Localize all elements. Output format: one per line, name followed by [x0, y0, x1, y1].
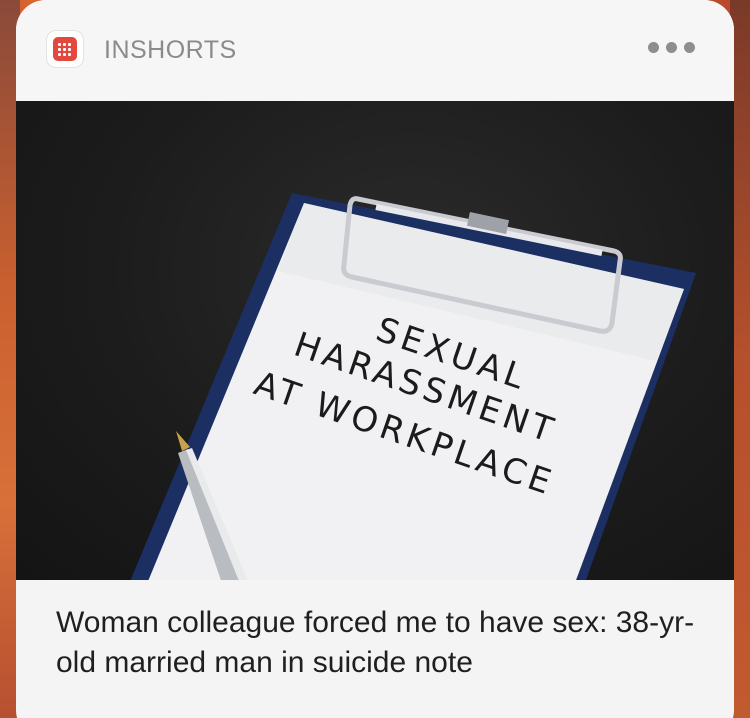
app-name-label: INSHORTS [104, 36, 237, 64]
more-dot-icon [684, 42, 695, 53]
article-headline[interactable]: Woman colleague forced me to have sex: 3… [56, 603, 706, 683]
inshorts-logo-icon[interactable] [47, 31, 83, 67]
more-options-button[interactable] [648, 38, 702, 58]
more-dot-icon [666, 42, 677, 53]
article-image[interactable]: SEXUAL HARASSMENT AT WORKPLACE [16, 101, 734, 580]
inshorts-logo-mark [53, 37, 77, 61]
widget-header: INSHORTS [16, 0, 734, 101]
clipboard-photo: SEXUAL HARASSMENT AT WORKPLACE [130, 193, 696, 580]
more-horizontal-icon [648, 42, 659, 53]
news-widget-card[interactable]: INSHORTS SEXUAL HARASSMENT AT WORKPLACE … [16, 0, 734, 718]
